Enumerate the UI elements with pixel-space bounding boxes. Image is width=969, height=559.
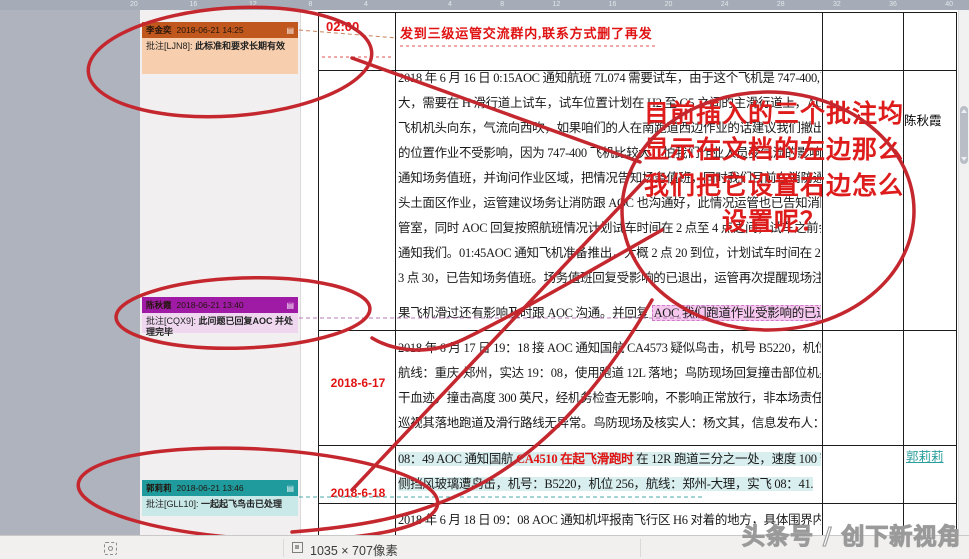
dimensions-icon xyxy=(292,542,303,553)
row4-line2[interactable]: 侧挡风玻璃遭鸟击，机号：B5220，机位 256，航线：郑州-大理，实飞 08：… xyxy=(398,472,821,497)
ruler-number: 8 xyxy=(308,1,313,8)
doc-text-line: 航线：重庆-郑州，实达 19：08，使用跑道 12L 落地；鸟防现场回复撞击部位… xyxy=(398,366,821,380)
doc-text-line: 3 点 30，已告知场务值班。场务值班回复受影响的已退出，运管再次提醒现场注意，… xyxy=(398,271,821,285)
app-background xyxy=(0,10,140,535)
scroll-up-icon[interactable] xyxy=(961,109,967,113)
image-dimensions-label: 1035 × 707像素 xyxy=(310,544,398,558)
comment-edit-icon[interactable]: ▤ xyxy=(286,26,294,35)
table-border xyxy=(395,12,396,535)
comment-body: 批注[LJN8]: 此标准和要求长期有效 xyxy=(142,38,298,74)
table-border xyxy=(318,12,319,535)
ruler-number: 24 xyxy=(720,1,729,8)
date-cell[interactable]: 2018-6-18 xyxy=(322,486,394,500)
doc-text-line: 巡视其落地跑道及滑行路线无异常。鸟防现场及核实人：杨文其，信息发布人：郭莉莉. xyxy=(398,416,821,430)
doc-text-line: 果飞机滑过还有影响及时跟 AOC 沟通。并回复 xyxy=(398,306,652,320)
comment-author: 陈秋霞 xyxy=(146,300,172,310)
vertical-scrollbar[interactable] xyxy=(958,10,969,535)
table-border xyxy=(822,12,823,535)
ruler-number: 4 xyxy=(448,1,452,8)
red-annotation-text: 目前插入的三个批注均 显示在文档的左边那么 我们把它设置右边怎么 设置呢？ xyxy=(643,99,904,236)
ruler-number: 40 xyxy=(945,1,953,8)
date-cell[interactable]: 2018-6-17 xyxy=(322,376,394,390)
watermark-text: 头条号 / 创下新视角 xyxy=(741,524,962,551)
comment-author: 郭莉莉 xyxy=(146,483,172,493)
red-inserted-text: CA4510 在起飞滑跑时 xyxy=(516,452,634,466)
comment-prefix: 批注[CQX9]: xyxy=(146,316,197,326)
comment-card-3[interactable]: 郭莉莉 2018-06-21 13:46 ▤ 批注[GLL10]: 一起起飞鸟击… xyxy=(142,480,298,516)
ruler-number: 20 xyxy=(130,1,138,8)
comment-header: 郭莉莉 2018-06-21 13:46 ▤ xyxy=(142,480,298,496)
comment-author: 李金奕 xyxy=(146,25,172,35)
ruler-numbers-right: 4 8 12 16 20 24 28 32 36 40 xyxy=(448,0,953,10)
doc-text-line: 2018 年 6 月 17 日 19：18 接 AOC 通知国航 CA4573 … xyxy=(398,341,821,355)
comment-anchor-highlight: 侧挡风玻璃遭鸟击，机号：B5220，机位 256，航线：郑州-大理，实飞 08：… xyxy=(398,477,814,491)
ruler-number: 28 xyxy=(776,1,785,8)
screenshot-canvas: 20 16 12 8 4 4 8 12 16 20 24 28 32 36 40 02:00 发到三级运管… xyxy=(0,0,969,559)
doc-text-line: 2018 年 6 月 16 日 0:15AOC 通知航班 7L074 需要试车，… xyxy=(398,71,821,85)
comment-text: 一起起飞鸟击已处理 xyxy=(201,499,283,509)
scroll-down-icon[interactable] xyxy=(961,157,967,161)
comment-card-2[interactable]: 陈秋霞 2018-06-21 13:40 ▤ 批注[CQX9]: 此问题已回复A… xyxy=(142,297,298,337)
comment-prefix: 批注[GLL10]: xyxy=(146,499,199,509)
ruler-number: 16 xyxy=(189,1,198,8)
comment-datetime: 2018-06-21 14:25 xyxy=(176,25,244,35)
ruler-number: 16 xyxy=(608,1,617,8)
ruler-number: 32 xyxy=(832,1,841,8)
comment-body: 批注[GLL10]: 一起起飞鸟击已处理 xyxy=(142,496,298,516)
row1-red-text[interactable]: 发到三级运管交流群内,联系方式删了再发 xyxy=(400,21,820,46)
ruler-number: 12 xyxy=(552,1,561,8)
comment-prefix: 批注[LJN8]: xyxy=(146,41,193,51)
time-cell[interactable]: 02:00 xyxy=(326,19,359,34)
comment-body: 批注[CQX9]: 此问题已回复AOC 并处理完毕 xyxy=(142,313,298,337)
table-border xyxy=(903,12,904,535)
ruler-number: 36 xyxy=(889,1,897,8)
ruler-number: 20 xyxy=(664,1,673,8)
ruler-number: 12 xyxy=(248,1,257,8)
ruler-numbers-left: 20 16 12 8 4 xyxy=(130,0,368,10)
ruler-number: 8 xyxy=(500,1,505,8)
comment-edit-icon[interactable]: ▤ xyxy=(286,301,294,310)
comment-edit-icon[interactable]: ▤ xyxy=(286,484,294,493)
comment-header: 李金奕 2018-06-21 14:25 ▤ xyxy=(142,22,298,38)
comment-anchor-highlight: 08：49 AOC 通知国航 CA4510 在起飞滑跑时 在 12R 跑道三分之… xyxy=(398,452,821,466)
table-border xyxy=(318,330,957,331)
statusbar-divider xyxy=(283,539,284,557)
comment-margin-pane xyxy=(140,10,300,535)
statusbar-divider xyxy=(640,539,641,557)
comment-datetime: 2018-06-21 13:46 xyxy=(176,483,244,493)
row3-paragraph[interactable]: 2018 年 6 月 17 日 19：18 接 AOC 通知国航 CA4573 … xyxy=(398,336,821,436)
ruler-number: 4 xyxy=(364,1,368,8)
comment-datetime: 2018-06-21 13:40 xyxy=(176,300,244,310)
table-border xyxy=(956,12,957,535)
doc-text-line: 干血迹，撞击高度 300 英尺，经机务检查无影响，不影响正常放行，非本场责任。场… xyxy=(398,391,821,405)
scrollbar-thumb[interactable] xyxy=(960,106,968,164)
comment-header: 陈秋霞 2018-06-21 13:40 ▤ xyxy=(142,297,298,313)
table-border xyxy=(318,445,957,446)
comment-card-1[interactable]: 李金奕 2018-06-21 14:25 ▤ 批注[LJN8]: 此标准和要求长… xyxy=(142,22,298,74)
row4-line1[interactable]: 08：49 AOC 通知国航 CA4510 在起飞滑跑时 在 12R 跑道三分之… xyxy=(398,447,821,472)
comment-anchor-highlight[interactable]: AOC 我们跑道作业受影响的已退出 xyxy=(651,305,821,321)
doc-text-line: 通知我们。01:45AOC 通知飞机准备推出，大概 2 点 20 到位，计划试车… xyxy=(398,246,821,260)
row2-last-line[interactable]: 果飞机滑过还有影响及时跟 AOC 沟通。并回复 AOC 我们跑道作业受影响的已退… xyxy=(398,301,821,326)
table-border xyxy=(318,12,957,13)
comment-text: 此标准和要求长期有效 xyxy=(195,41,286,51)
reviewer-name: 郭莉莉 xyxy=(906,450,944,464)
selection-icon[interactable] xyxy=(104,542,117,555)
horizontal-ruler: 20 16 12 8 4 4 8 12 16 20 24 28 32 36 40 xyxy=(0,0,969,10)
table-border xyxy=(318,503,957,504)
